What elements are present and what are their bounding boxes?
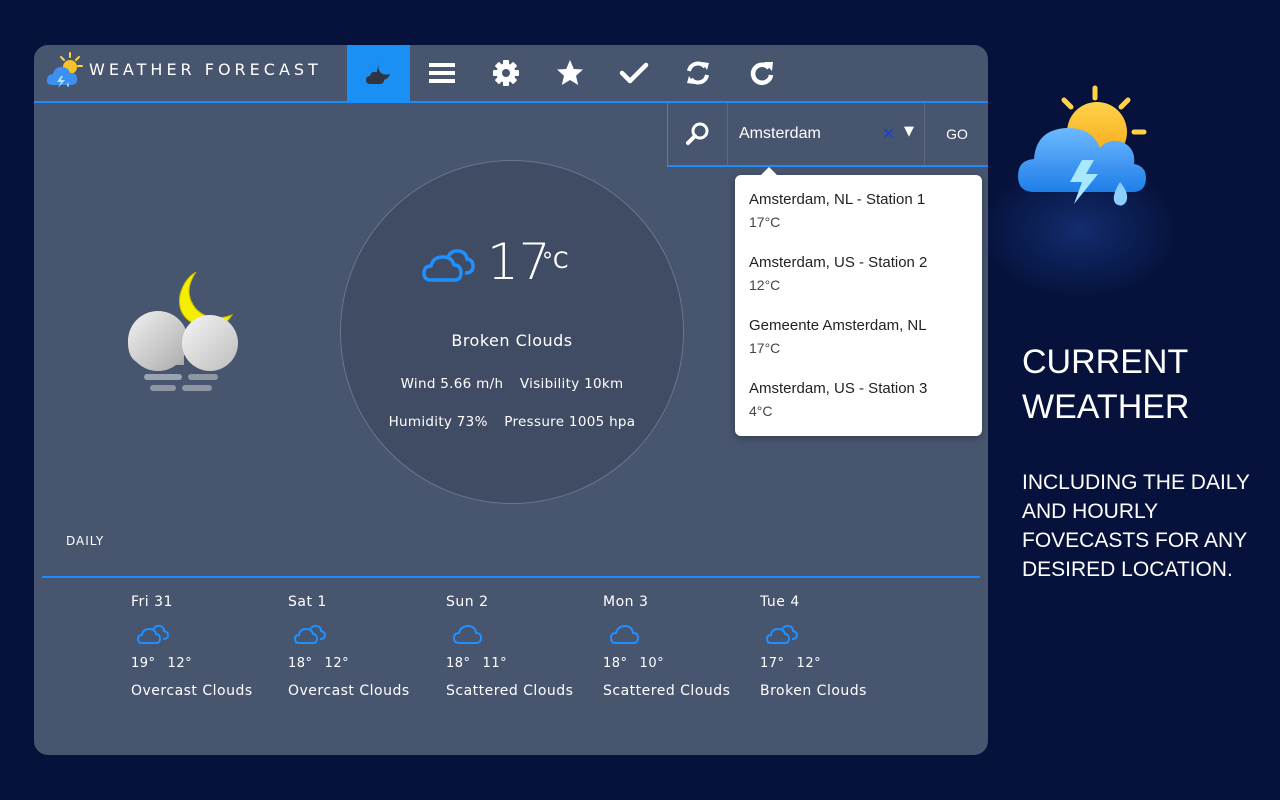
top-bar: WEATHER FORECAST [34, 45, 988, 103]
day-high: 17° [760, 656, 785, 671]
gear-icon [492, 60, 519, 86]
day-description: Scattered Clouds [603, 683, 731, 699]
day-temps: 18° 12° [288, 656, 438, 671]
suggestion-name: Amsterdam, NL - Station 1 [749, 191, 926, 208]
day-name: Sat 1 [288, 594, 327, 610]
day-description: Scattered Clouds [446, 683, 574, 699]
temperature-unit: °C [542, 249, 569, 274]
broken-clouds-icon [422, 249, 475, 282]
nav-refresh-button[interactable] [730, 45, 793, 101]
daily-section-label[interactable]: DAILY [66, 534, 104, 548]
promo-title-line: CURRENT [1022, 343, 1189, 381]
suggestion-name: Gemeente Amsterdam, NL [749, 317, 927, 334]
search-bar: ✕ ▼ GO [667, 103, 988, 167]
nav-settings-button[interactable] [474, 45, 537, 101]
suggestion-item[interactable]: Amsterdam, US - Station 3 4°C [749, 376, 968, 439]
app-logo-icon [46, 52, 83, 88]
nav-sync-button[interactable] [666, 45, 729, 101]
current-description: Broken Clouds [451, 331, 573, 350]
visibility-value: Visibility 10km [519, 376, 624, 392]
day-low: 12° [167, 656, 193, 671]
cloud-icon [609, 624, 640, 644]
day-temps: 17° 12° [760, 656, 910, 671]
day-high: 18° [288, 656, 313, 671]
star-icon [556, 60, 583, 85]
day-description: Overcast Clouds [131, 683, 253, 699]
day-description: Broken Clouds [760, 683, 867, 699]
storm-cloud-sun-icon [1018, 85, 1147, 206]
daily-divider [42, 576, 980, 578]
suggestion-item[interactable]: Gemeente Amsterdam, NL 17°C [749, 313, 968, 376]
day-low: 11° [482, 656, 508, 671]
humidity-value: Humidity 73% [388, 414, 488, 430]
day-low: 12° [796, 656, 822, 671]
suggestion-name: Amsterdam, US - Station 3 [749, 380, 928, 397]
day-temps: 18° 10° [603, 656, 753, 671]
suggestion-temp: 12°C [749, 277, 781, 293]
day-low: 10° [639, 656, 665, 671]
hamburger-icon [428, 63, 455, 83]
search-icon [685, 122, 708, 145]
day-temps: 19° 12° [131, 656, 281, 671]
daily-forecast-item[interactable]: Mon 3 18° 10° Scattered Clouds [603, 594, 753, 699]
night-cloud-fog-icon [128, 271, 238, 391]
day-high: 18° [603, 656, 628, 671]
search-button[interactable] [668, 103, 728, 165]
promo-title-line: WEATHER [1022, 388, 1190, 426]
daily-forecast-item[interactable]: Sat 1 18° 12° Overcast Clouds [288, 594, 438, 699]
sync-icon [686, 61, 709, 85]
day-name: Fri 31 [131, 594, 173, 610]
day-name: Sun 2 [446, 594, 489, 610]
app-window: WEATHER FORECAST Amsterdam ✕ ▼ GO Amster… [34, 45, 988, 755]
humidity-pressure-row: Humidity 73% Pressure 1005 hpa [341, 414, 683, 430]
nav-menu-button[interactable] [410, 45, 473, 101]
check-icon [619, 62, 648, 84]
go-button[interactable]: GO [924, 103, 988, 165]
daily-forecast-item[interactable]: Tue 4 17° 12° Broken Clouds [760, 594, 910, 699]
refresh-icon [750, 62, 773, 85]
location-suggestions-dropdown: Amsterdam, NL - Station 1 17°C Amsterdam… [735, 167, 982, 439]
pressure-value: Pressure 1005 hpa [504, 414, 636, 430]
wind-visibility-row: Wind 5.66 m/h Visibility 10km [341, 376, 683, 392]
day-high: 19° [131, 656, 156, 671]
daily-forecast-item[interactable]: Sun 2 18° 11° Scattered Clouds [446, 594, 596, 699]
suggestion-temp: 17°C [749, 340, 781, 356]
day-name: Tue 4 [760, 594, 800, 610]
day-high: 18° [446, 656, 471, 671]
promo-subtitle-line: INCLUDING THE DAILY [1022, 471, 1250, 494]
daily-forecast-item[interactable]: Fri 31 19° 12° Overcast Clouds [131, 594, 281, 699]
promo-title: CURRENT WEATHER [1022, 340, 1189, 430]
clear-search-icon[interactable]: ✕ [882, 124, 895, 143]
nav-confirm-button[interactable] [602, 45, 665, 101]
suggestion-item[interactable]: Amsterdam, NL - Station 1 17°C [749, 187, 968, 250]
dropdown-arrow-icon[interactable]: ▼ [904, 124, 914, 139]
day-low: 12° [324, 656, 350, 671]
day-temps: 18° 11° [446, 656, 596, 671]
suggestion-temp: 4°C [749, 403, 773, 419]
suggestion-name: Amsterdam, US - Station 2 [749, 254, 928, 271]
suggestion-item[interactable]: Amsterdam, US - Station 2 12°C [749, 250, 968, 313]
promo-subtitle-line: FOVECASTS FOR ANY [1022, 529, 1248, 552]
day-description: Overcast Clouds [288, 683, 410, 699]
double-cloud-icon [293, 624, 327, 644]
wind-value: Wind 5.66 m/h [400, 376, 504, 392]
promo-subtitle: INCLUDING THE DAILY AND HOURLY FOVECASTS… [1022, 468, 1280, 584]
current-weather-circle: 17 °C Broken Clouds Wind 5.66 m/h Visibi… [340, 160, 684, 504]
promo-subtitle-line: DESIRED LOCATION. [1022, 558, 1233, 581]
cloud-icon [452, 624, 483, 644]
nav-night-mode-button[interactable] [347, 45, 410, 101]
suggestion-temp: 17°C [749, 214, 781, 230]
double-cloud-icon [136, 624, 170, 644]
moon-cloud-icon [365, 61, 390, 84]
app-title: WEATHER FORECAST [89, 60, 322, 79]
promo-subtitle-line: AND HOURLY [1022, 500, 1159, 523]
double-cloud-icon [765, 624, 799, 644]
day-name: Mon 3 [603, 594, 649, 610]
nav-favorites-button[interactable] [538, 45, 601, 101]
